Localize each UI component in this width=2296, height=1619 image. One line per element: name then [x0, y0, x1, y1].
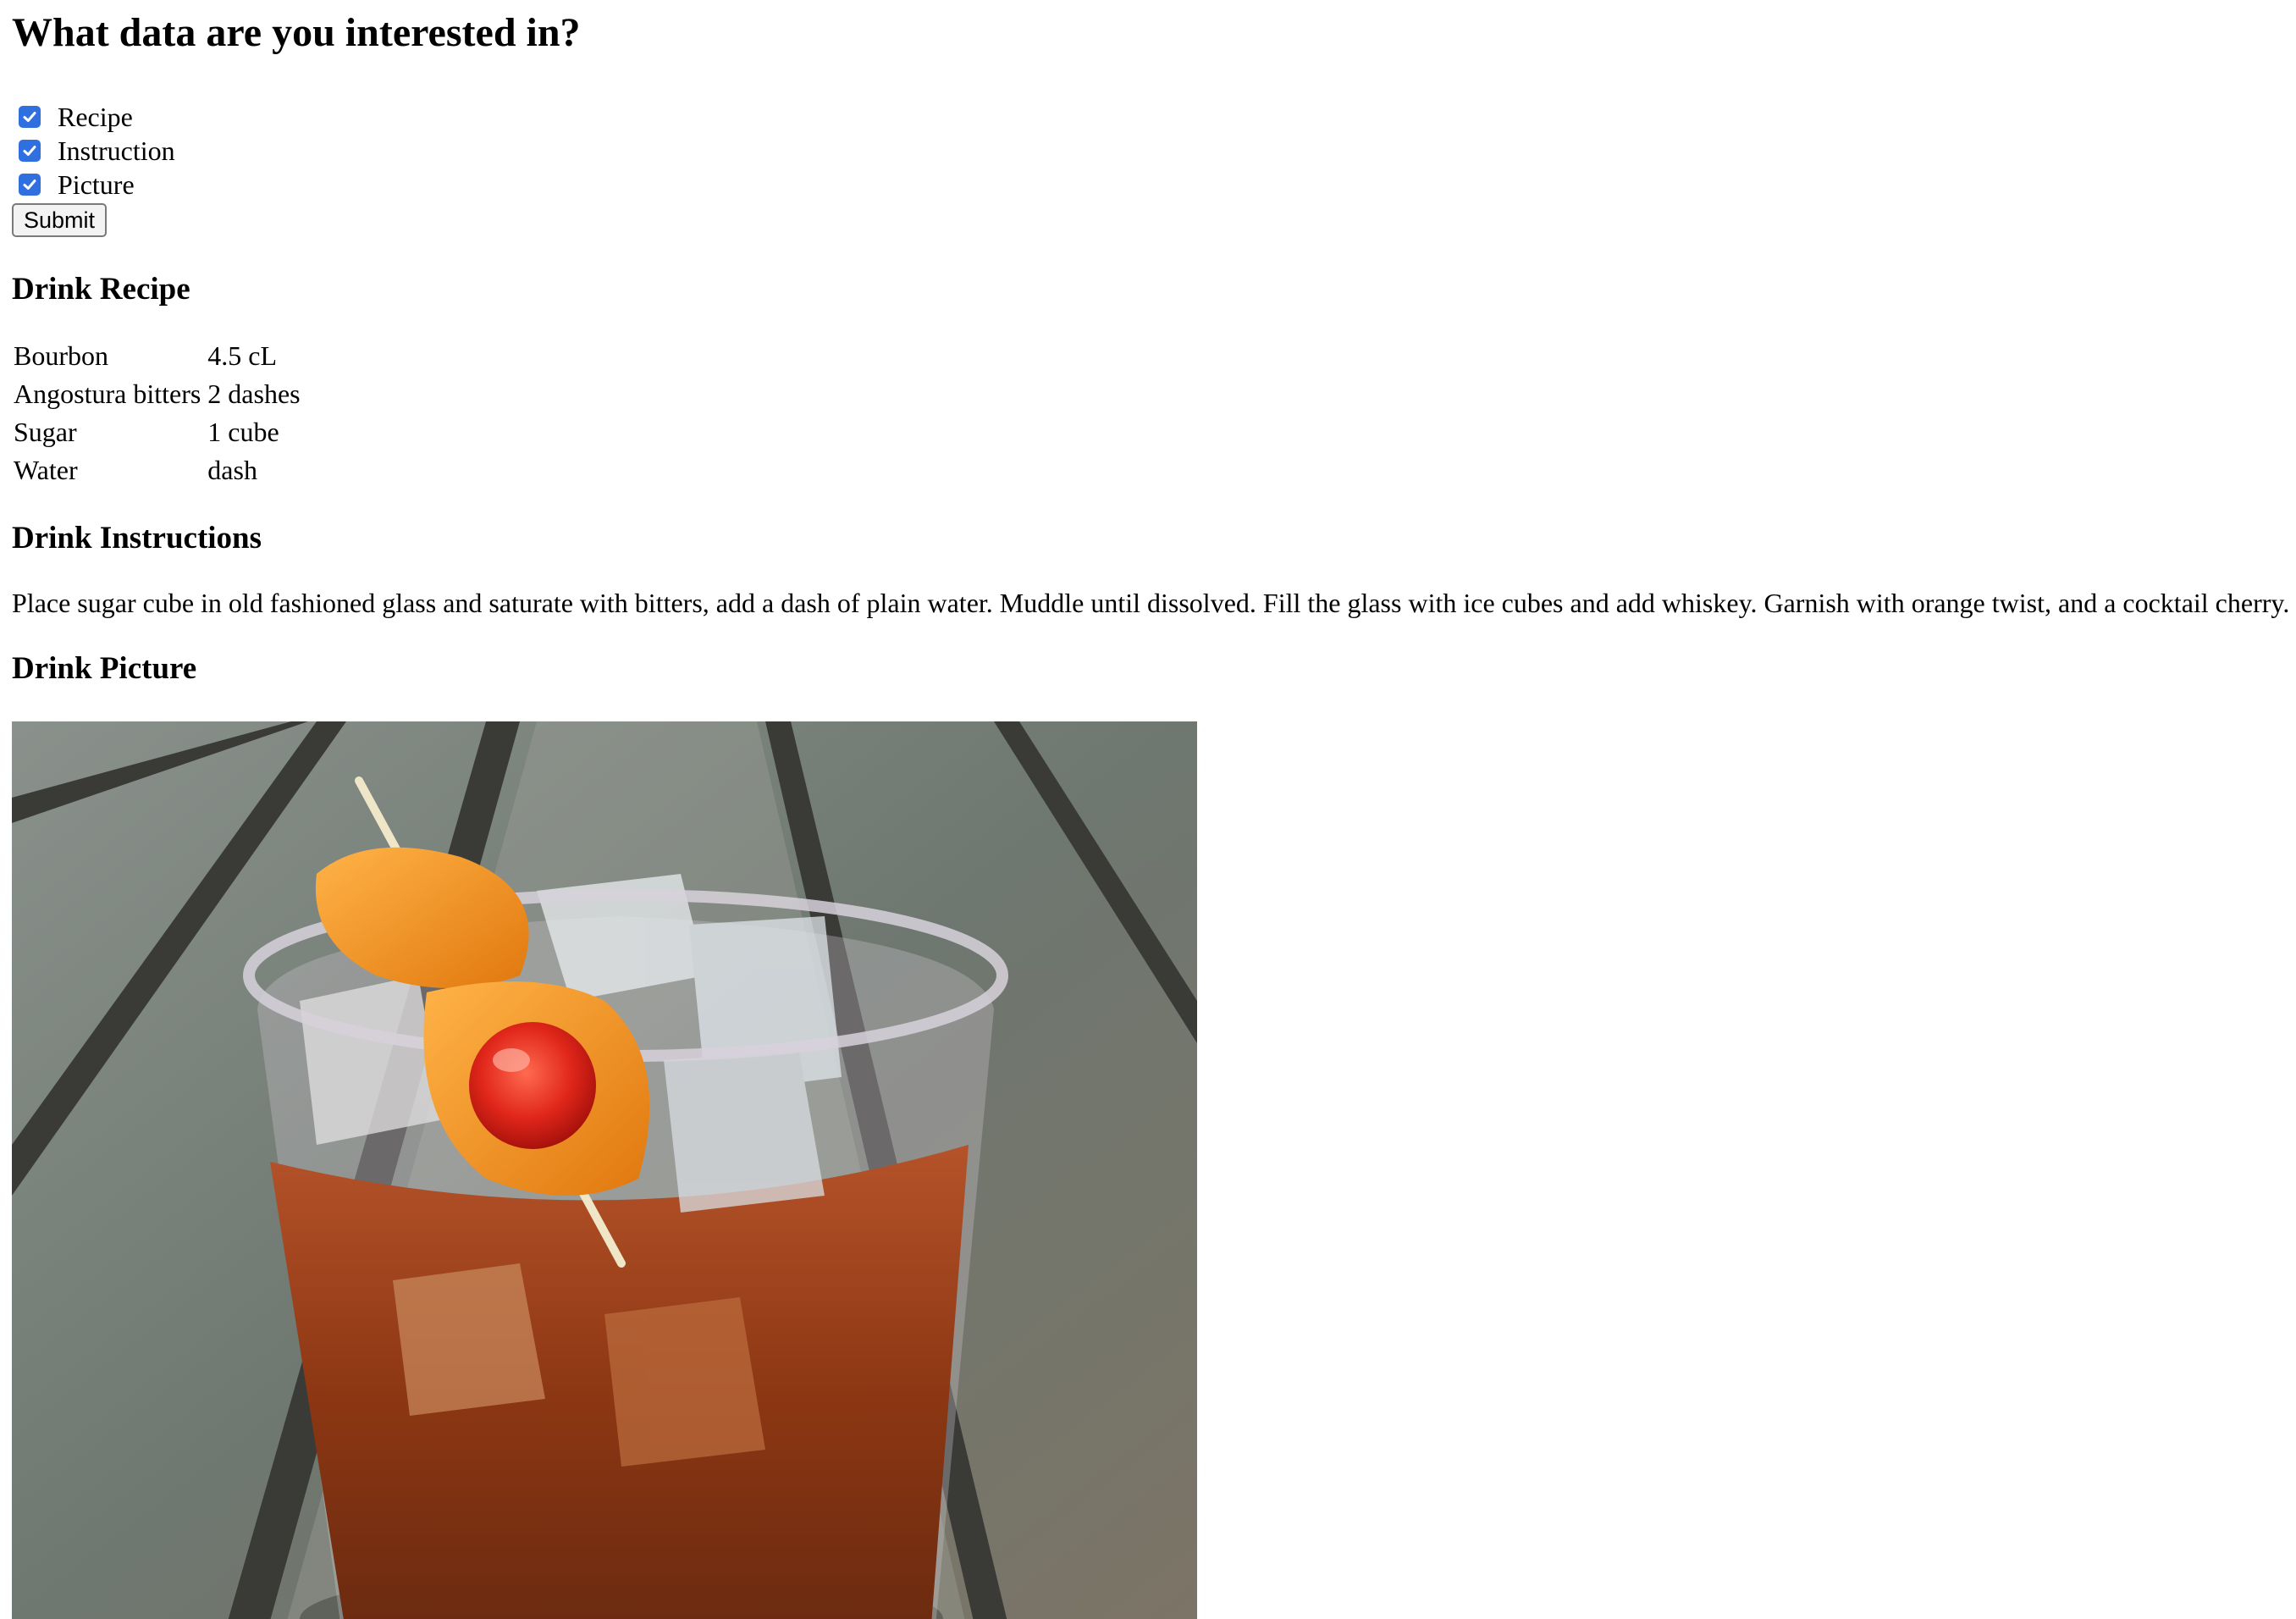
option-instruction[interactable]: Instruction: [12, 134, 2289, 168]
table-row: Angostura bitters 2 dashes: [12, 375, 302, 413]
page-title: What data are you interested in?: [12, 10, 581, 55]
picture-checkbox[interactable]: [19, 174, 41, 196]
table-row: Water dash: [12, 451, 302, 489]
recipe-checkbox[interactable]: [19, 106, 41, 128]
instructions-text: Place sugar cube in old fashioned glass …: [12, 588, 2290, 618]
cocktail-image: [12, 721, 1197, 1619]
table-row: Bourbon 4.5 cL: [12, 337, 302, 375]
ingredient-cell: Angostura bitters: [14, 379, 201, 409]
picture-heading: Drink Picture: [12, 651, 197, 686]
checkmark-icon: [23, 180, 36, 190]
instruction-checkbox[interactable]: [19, 140, 41, 162]
option-picture[interactable]: Picture: [12, 168, 2289, 202]
drink-picture: [12, 721, 1197, 1619]
ingredient-cell: Sugar: [14, 417, 77, 447]
option-label: Instruction: [58, 135, 175, 166]
ingredient-cell: Bourbon: [14, 340, 108, 371]
submit-button[interactable]: Submit: [12, 203, 108, 237]
option-label: Recipe: [58, 102, 133, 132]
amount-cell: dash: [207, 455, 257, 485]
page: What data are you interested in? Recipe …: [12, 0, 2289, 1619]
table-row: Sugar 1 cube: [12, 413, 302, 451]
checkmark-icon: [23, 146, 36, 156]
option-recipe[interactable]: Recipe: [12, 100, 2289, 134]
instructions-heading: Drink Instructions: [12, 521, 262, 555]
amount-cell: 4.5 cL: [207, 340, 278, 371]
option-label: Picture: [58, 169, 135, 200]
recipe-heading: Drink Recipe: [12, 272, 190, 307]
data-options: Recipe Instruction Picture Submit: [12, 100, 2289, 237]
ingredient-cell: Water: [14, 455, 78, 485]
amount-cell: 1 cube: [207, 417, 279, 447]
checkmark-icon: [23, 112, 36, 122]
amount-cell: 2 dashes: [207, 379, 301, 409]
recipe-table: Bourbon 4.5 cL Angostura bitters 2 dashe…: [8, 337, 306, 489]
